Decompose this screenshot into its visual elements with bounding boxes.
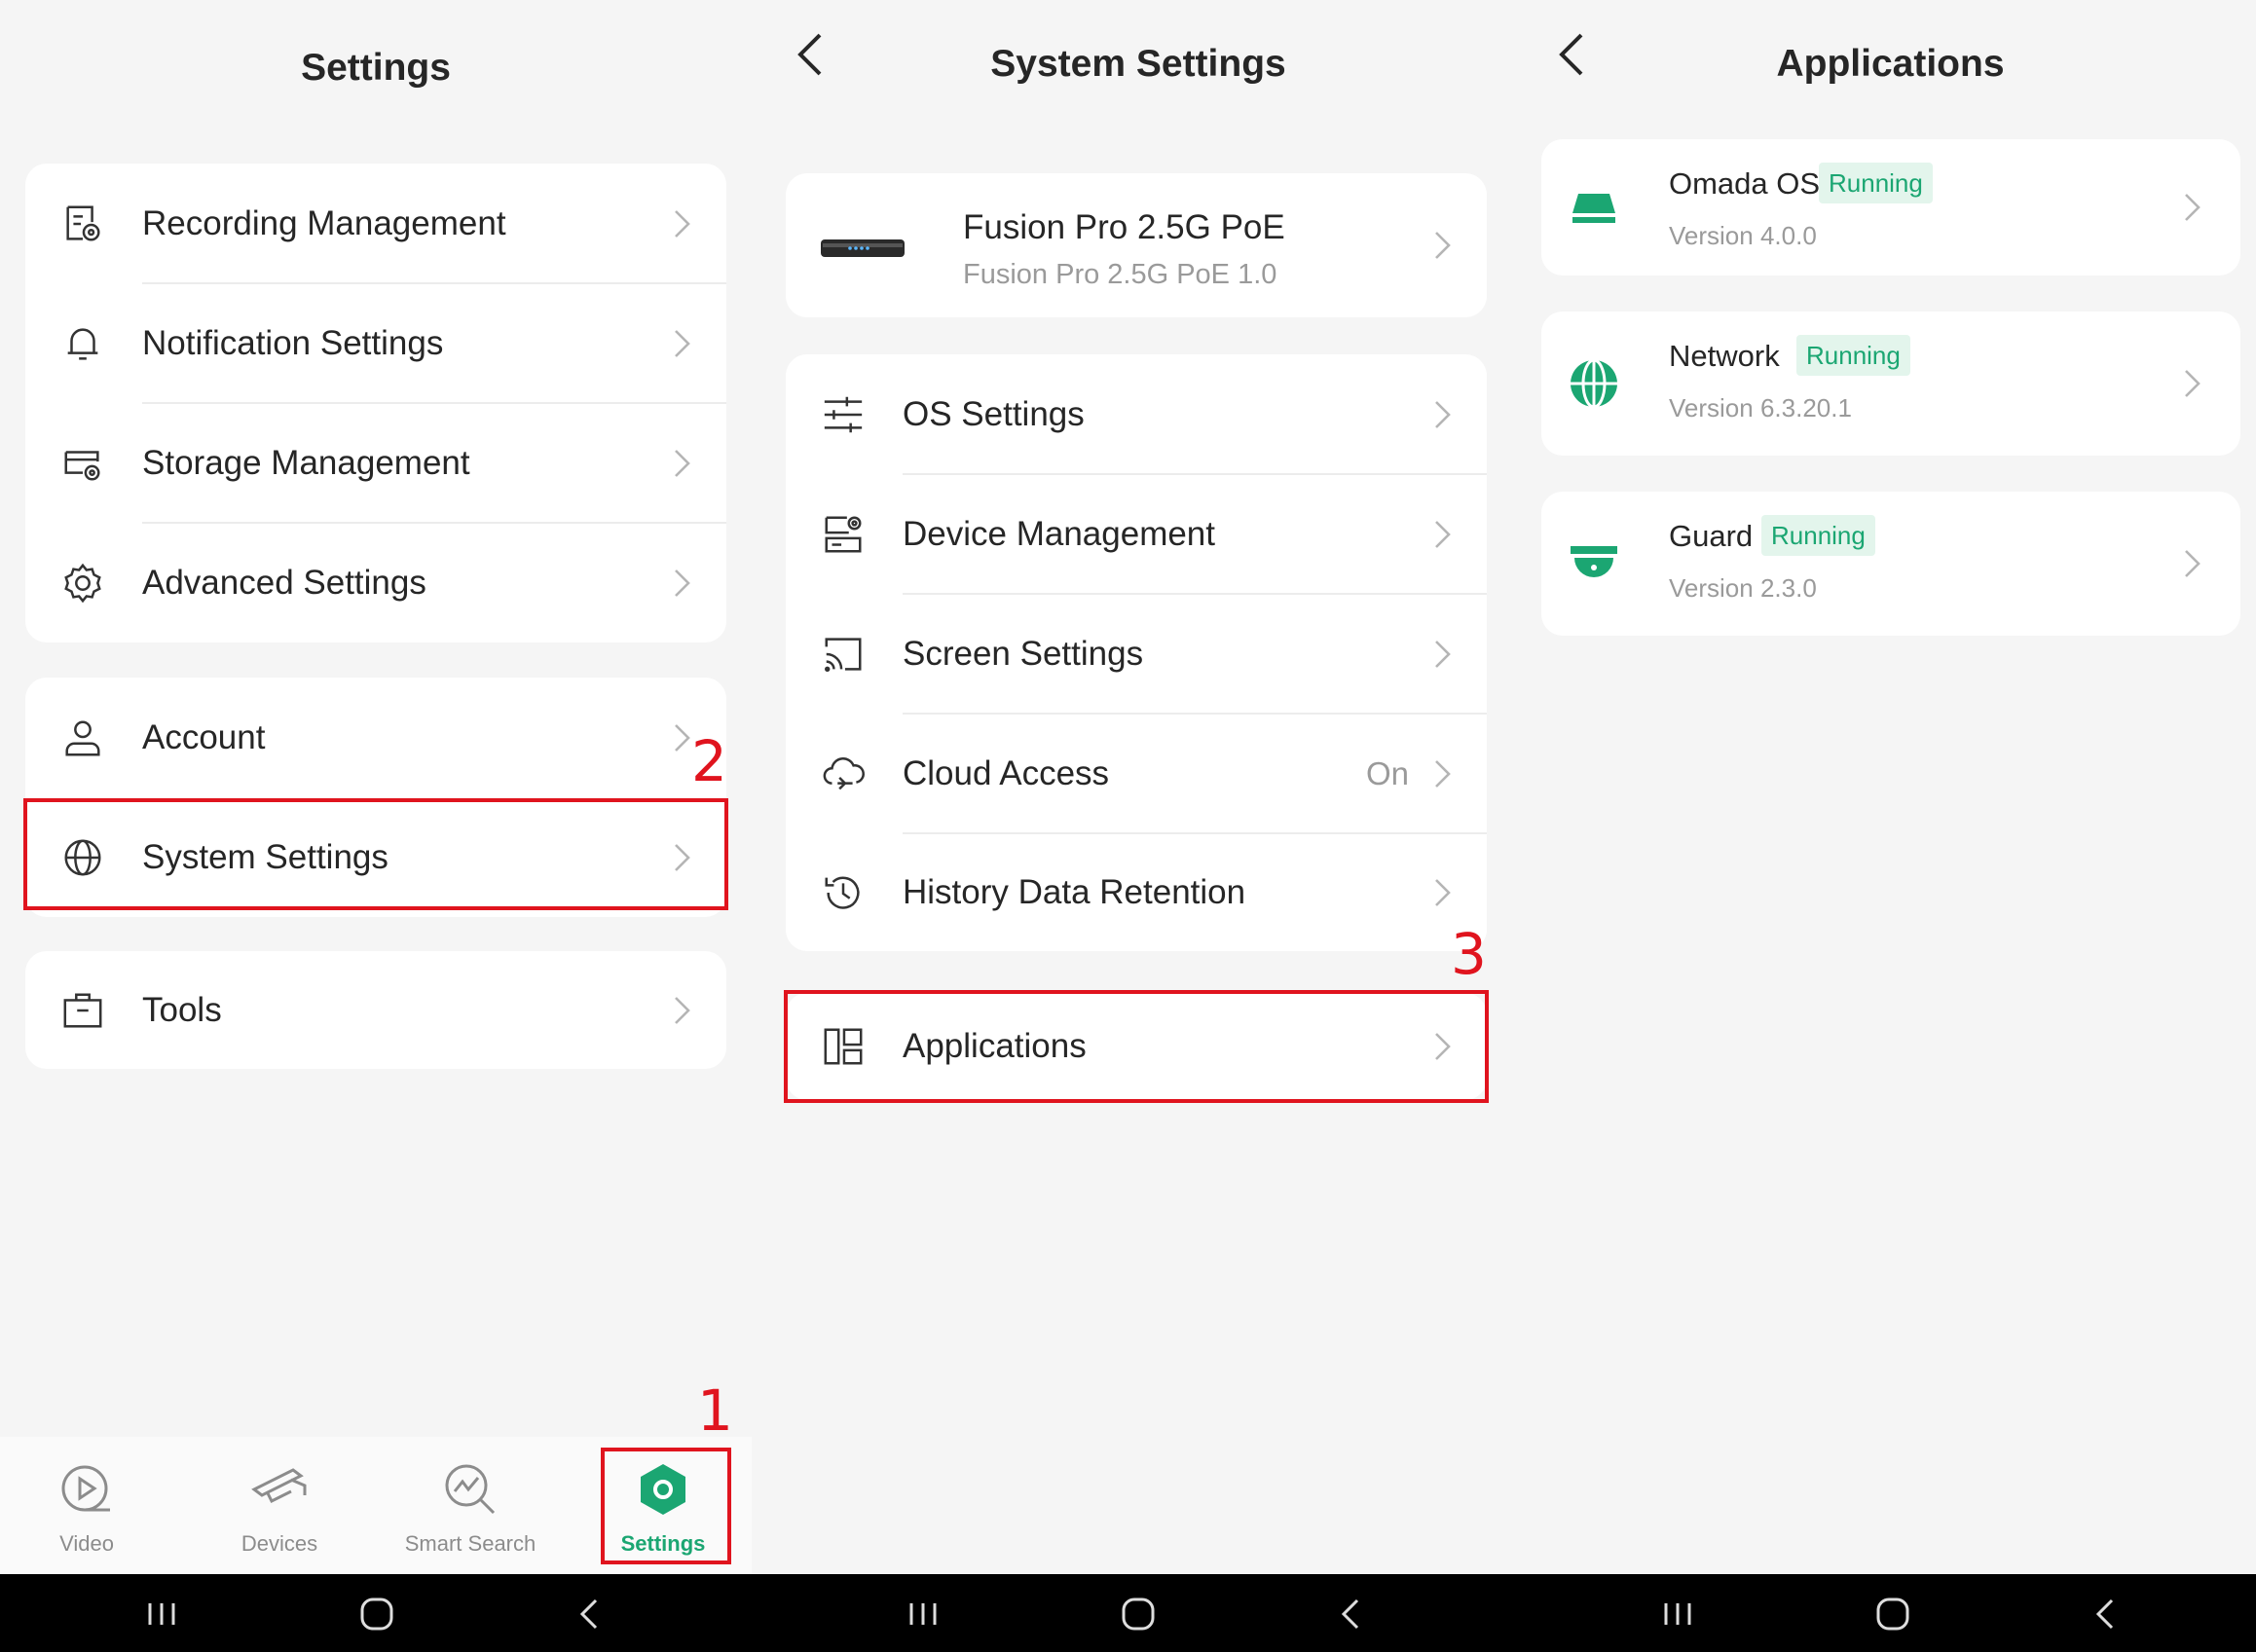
chevron-right-icon <box>672 567 693 600</box>
step-marker-1: 1 <box>697 1377 733 1444</box>
settings-hexagon-icon <box>632 1458 694 1521</box>
device-management-icon <box>821 512 866 557</box>
app-card-omada-os[interactable]: Omada OS Running Version 4.0.0 <box>1541 139 2240 275</box>
guard-camera-icon <box>1567 536 1621 591</box>
bell-icon <box>60 321 105 366</box>
row-advanced-settings[interactable]: Advanced Settings <box>25 523 726 642</box>
row-tools[interactable]: Tools <box>25 951 726 1069</box>
step-marker-2: 2 <box>691 728 727 794</box>
applications-screen: Applications Omada OS Running Version 4.… <box>1525 0 2256 1574</box>
settings-group-1: Recording Management Notification Settin… <box>25 164 726 642</box>
row-os-settings[interactable]: OS Settings <box>786 354 1487 474</box>
cloud-sync-icon <box>821 752 866 796</box>
chevron-right-icon <box>2182 547 2203 580</box>
gear-icon <box>60 561 105 606</box>
history-icon <box>821 870 866 915</box>
page-title: Applications <box>1776 43 2005 85</box>
recent-apps-icon[interactable] <box>901 1592 945 1636</box>
status-badge: Running <box>1796 335 1910 376</box>
chevron-right-icon <box>672 994 693 1027</box>
device-model: Fusion Pro 2.5G PoE 1.0 <box>963 259 1277 290</box>
row-system-settings[interactable]: System Settings <box>25 797 726 917</box>
back-nav-icon[interactable] <box>2085 1592 2129 1636</box>
recording-management-icon <box>60 202 105 246</box>
video-play-icon <box>55 1458 118 1521</box>
user-icon <box>60 716 105 760</box>
cloud-access-value: On <box>1365 754 1409 791</box>
chevron-right-icon <box>1432 876 1454 909</box>
row-cloud-access[interactable]: Cloud Access On <box>786 714 1487 833</box>
row-screen-settings[interactable]: Screen Settings <box>786 594 1487 714</box>
status-badge: Running <box>1761 515 1875 556</box>
status-badge: Running <box>1819 163 1933 203</box>
chevron-right-icon <box>1432 757 1454 790</box>
row-applications[interactable]: Applications <box>786 993 1487 1100</box>
back-nav-icon[interactable] <box>569 1592 613 1636</box>
chevron-right-icon <box>2182 367 2203 400</box>
chevron-right-icon <box>1432 518 1454 551</box>
step-marker-3: 3 <box>1451 921 1487 987</box>
camera-icon <box>248 1458 311 1521</box>
row-account[interactable]: Account <box>25 678 726 797</box>
home-icon[interactable] <box>1116 1592 1161 1636</box>
recent-apps-icon[interactable] <box>1655 1592 1700 1636</box>
globe-icon <box>60 835 105 880</box>
cast-icon <box>821 632 866 677</box>
page-title: Settings <box>301 47 451 89</box>
page-title: System Settings <box>990 43 1286 85</box>
router-device-icon <box>819 234 906 263</box>
back-nav-icon[interactable] <box>1330 1592 1375 1636</box>
home-icon[interactable] <box>354 1592 399 1636</box>
settings-group-3: Tools <box>25 951 726 1069</box>
chevron-right-icon <box>1432 1030 1454 1063</box>
row-notification-settings[interactable]: Notification Settings <box>25 283 726 403</box>
bottom-tab-bar: Video Devices Smart Search Settings <box>0 1437 752 1574</box>
device-card[interactable]: Fusion Pro 2.5G PoE Fusion Pro 2.5G PoE … <box>786 173 1487 317</box>
omada-os-icon <box>1567 180 1621 235</box>
system-settings-screen: System Settings Fusion Pro 2.5G PoE Fusi… <box>762 0 1514 1574</box>
settings-screen: Settings Recording Management Notificati… <box>0 0 752 1574</box>
chevron-right-icon <box>1432 398 1454 431</box>
chevron-right-icon <box>672 721 693 754</box>
applications-grid-icon <box>821 1024 866 1069</box>
applications-group: Applications <box>786 993 1487 1100</box>
home-icon[interactable] <box>1870 1592 1915 1636</box>
row-history-data-retention[interactable]: History Data Retention <box>786 833 1487 951</box>
system-settings-group: OS Settings Device Management Screen Set… <box>786 354 1487 951</box>
app-card-guard[interactable]: Guard Running Version 2.3.0 <box>1541 492 2240 636</box>
tab-settings[interactable]: Settings <box>590 1437 736 1574</box>
chevron-right-icon <box>672 327 693 360</box>
chevron-right-icon <box>1432 229 1454 262</box>
tab-devices[interactable]: Devices <box>206 1437 352 1574</box>
device-name: Fusion Pro 2.5G PoE <box>963 208 1285 246</box>
chevron-right-icon <box>1432 638 1454 671</box>
sliders-icon <box>821 392 866 437</box>
settings-group-2: Account System Settings <box>25 678 726 917</box>
storage-icon <box>60 441 105 486</box>
smart-search-icon <box>439 1458 501 1521</box>
network-globe-icon <box>1567 356 1621 411</box>
toolbox-icon <box>60 988 105 1033</box>
system-navigation-bar <box>0 1574 2256 1652</box>
chevron-right-icon <box>672 207 693 240</box>
chevron-right-icon <box>672 841 693 874</box>
chevron-right-icon <box>672 447 693 480</box>
app-card-network[interactable]: Network Running Version 6.3.20.1 <box>1541 312 2240 456</box>
tab-video[interactable]: Video <box>14 1437 160 1574</box>
row-device-management[interactable]: Device Management <box>786 474 1487 594</box>
row-recording-management[interactable]: Recording Management <box>25 164 726 283</box>
chevron-right-icon <box>2182 191 2203 224</box>
recent-apps-icon[interactable] <box>139 1592 184 1636</box>
tab-smart-search[interactable]: Smart Search <box>397 1437 543 1574</box>
row-storage-management[interactable]: Storage Management <box>25 403 726 523</box>
